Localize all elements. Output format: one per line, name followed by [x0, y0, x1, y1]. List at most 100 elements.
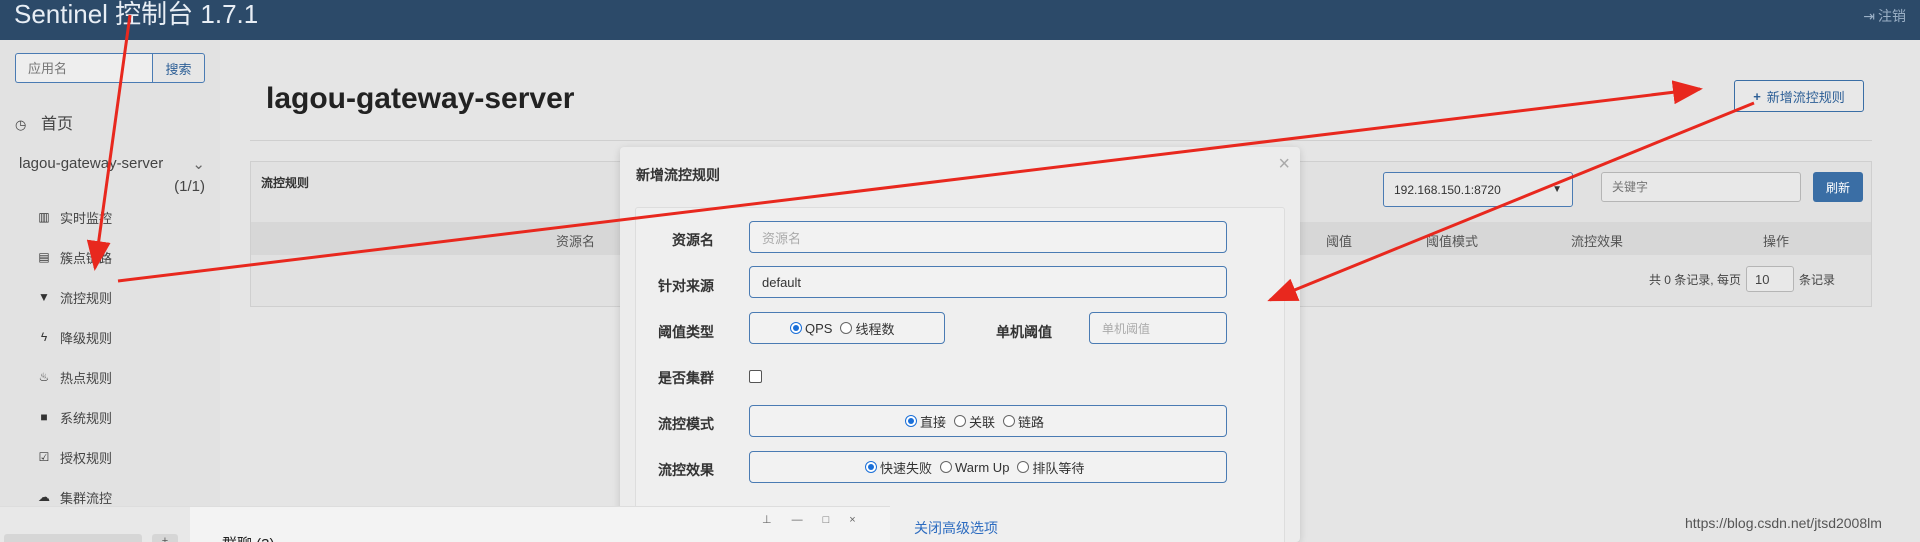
- cloud-icon: ☁: [38, 490, 50, 504]
- logout-link[interactable]: ⇥ 注销: [1863, 6, 1906, 26]
- grade-option-thread[interactable]: 线程数: [840, 319, 894, 338]
- grade-label: 阈值类型: [658, 324, 714, 340]
- divider: [250, 140, 1872, 141]
- menu-label: 系统规则: [60, 410, 113, 426]
- menu-label: 热点规则: [60, 370, 113, 386]
- dialog-title: 新增流控规则: [636, 167, 720, 183]
- chat-search-input[interactable]: [4, 534, 142, 542]
- pager: 共 0 条记录, 每页 10 条记录: [1649, 266, 1835, 292]
- menu-label: 实时监控: [60, 210, 113, 226]
- column-actions: 操作: [1763, 234, 1790, 249]
- option-label: 快速失败: [880, 460, 933, 476]
- bar-chart-icon: ▥: [38, 210, 50, 224]
- app-toggle[interactable]: lagou-gateway-server ⌄: [19, 155, 205, 173]
- keyword-input[interactable]: [1601, 172, 1801, 202]
- pin-icon[interactable]: ⊥: [762, 514, 792, 526]
- chat-sidebar: +: [0, 507, 190, 542]
- machine-value: 192.168.150.1:8720: [1394, 182, 1501, 197]
- logout-label: 注销: [1878, 8, 1906, 24]
- close-icon[interactable]: ×: [849, 514, 875, 526]
- cluster-label: 是否集群: [658, 370, 714, 386]
- radio-checked-icon: [790, 322, 802, 334]
- menu-label: 授权规则: [60, 450, 113, 466]
- radio-checked-icon: [865, 461, 877, 473]
- radio-icon: [940, 461, 953, 473]
- pager-suffix: 条记录: [1798, 272, 1835, 287]
- lock-icon: ■: [40, 410, 48, 424]
- strategy-option-direct[interactable]: 直接: [905, 412, 946, 431]
- limit-app-input[interactable]: default: [749, 266, 1227, 298]
- cluster-checkbox[interactable]: [749, 370, 762, 383]
- grade-option-qps[interactable]: QPS: [790, 321, 832, 336]
- menu-label: 集群流控: [60, 490, 113, 506]
- fire-icon: ♨: [38, 370, 50, 384]
- sidebar-item-degrade[interactable]: ϟ 降级规则: [36, 317, 112, 357]
- add-button-label: 新增流控规则: [1766, 89, 1845, 105]
- plus-icon[interactable]: +: [152, 534, 178, 542]
- effect-label: 流控效果: [658, 462, 714, 478]
- app-menu: ▥ 实时监控 ▤ 簇点链路 ▼ 流控规则 ϟ 降级规则 ♨ 热点规则 ■ 系统规则 ☑ 授权规…: [36, 197, 112, 517]
- search-button[interactable]: 搜索: [152, 53, 205, 83]
- add-flow-rule-button[interactable]: + 新增流控规则: [1734, 80, 1864, 112]
- sign-out-icon: ⇥: [1863, 8, 1875, 24]
- sidebar-item-identity[interactable]: ▤ 簇点链路: [36, 237, 112, 277]
- sidebar-item-home[interactable]: ◷ 首页: [15, 110, 73, 134]
- resource-label: 资源名: [672, 232, 714, 248]
- strategy-option-chain[interactable]: 链路: [1003, 412, 1044, 431]
- app-search-input[interactable]: [15, 53, 152, 83]
- plus-icon: +: [1753, 88, 1761, 104]
- close-icon[interactable]: ×: [1278, 153, 1290, 176]
- brand-title[interactable]: Sentinel 控制台 1.7.1: [14, 0, 258, 31]
- caret-down-icon: ▼: [1552, 184, 1562, 195]
- panel-label: 流控规则: [261, 176, 310, 190]
- maximize-icon[interactable]: □: [823, 514, 850, 526]
- toggle-advanced-link[interactable]: 关闭高级选项: [914, 518, 998, 538]
- menu-label: 簇点链路: [60, 250, 113, 266]
- sidebar-item-system[interactable]: ■ 系统规则: [36, 397, 112, 437]
- effect-option-fail-fast[interactable]: 快速失败: [865, 458, 932, 477]
- option-label: 关联: [969, 414, 996, 430]
- radio-icon: [1017, 461, 1030, 473]
- machine-select[interactable]: 192.168.150.1:8720 ▼: [1383, 172, 1573, 207]
- strategy-radio-group: 直接 关联 链路: [749, 405, 1227, 437]
- sidebar-item-metric[interactable]: ▥ 实时监控: [36, 197, 112, 237]
- refresh-button[interactable]: 刷新: [1813, 172, 1863, 202]
- clock-icon: ◷: [15, 117, 27, 132]
- list-icon: ▤: [38, 250, 50, 264]
- column-effect: 流控效果: [1571, 234, 1624, 249]
- resource-input[interactable]: 资源名: [749, 221, 1227, 253]
- radio-icon: [954, 415, 967, 427]
- add-rule-dialog: 新增流控规则 × 资源名 资源名 针对来源 default 阈值类型 QPS 线…: [620, 147, 1300, 542]
- option-label: 线程数: [855, 321, 895, 337]
- chat-window: + 群聊 (3) ⊥—□×: [0, 506, 890, 542]
- strategy-label: 流控模式: [658, 416, 714, 432]
- sidebar-item-flow[interactable]: ▼ 流控规则: [36, 277, 112, 317]
- effect-option-warm-up[interactable]: Warm Up: [940, 460, 1009, 475]
- sidebar-item-param-flow[interactable]: ♨ 热点规则: [36, 357, 112, 397]
- app-search: 搜索: [15, 53, 205, 83]
- threshold-input[interactable]: 单机阈值: [1089, 312, 1227, 344]
- column-grade: 阈值模式: [1426, 234, 1479, 249]
- limit-app-label: 针对来源: [658, 278, 714, 294]
- flash-icon: ϟ: [40, 330, 48, 344]
- window-controls: ⊥—□×: [762, 513, 876, 526]
- menu-label: 流控规则: [60, 290, 113, 306]
- column-resource: 资源名: [556, 234, 596, 249]
- option-label: 链路: [1018, 414, 1045, 430]
- app-machine-count: (1/1): [174, 178, 205, 195]
- minimize-icon[interactable]: —: [792, 514, 823, 526]
- page-size-input[interactable]: 10: [1745, 266, 1794, 292]
- top-navbar: Sentinel 控制台 1.7.1 ⇥ 注销: [0, 0, 1920, 40]
- radio-icon: [840, 322, 853, 334]
- page-title: lagou-gateway-server: [266, 82, 575, 115]
- app-name: lagou-gateway-server: [19, 155, 164, 172]
- chat-title: 群聊 (3): [222, 533, 275, 542]
- option-label: 直接: [920, 414, 947, 430]
- radio-checked-icon: [905, 415, 917, 427]
- chevron-down-icon: ⌄: [192, 156, 205, 173]
- sidebar-item-authority[interactable]: ☑ 授权规则: [36, 437, 112, 477]
- home-label: 首页: [41, 116, 74, 133]
- filter-icon: ▼: [38, 290, 50, 304]
- strategy-option-relate[interactable]: 关联: [954, 412, 995, 431]
- effect-option-queue[interactable]: 排队等待: [1017, 458, 1084, 477]
